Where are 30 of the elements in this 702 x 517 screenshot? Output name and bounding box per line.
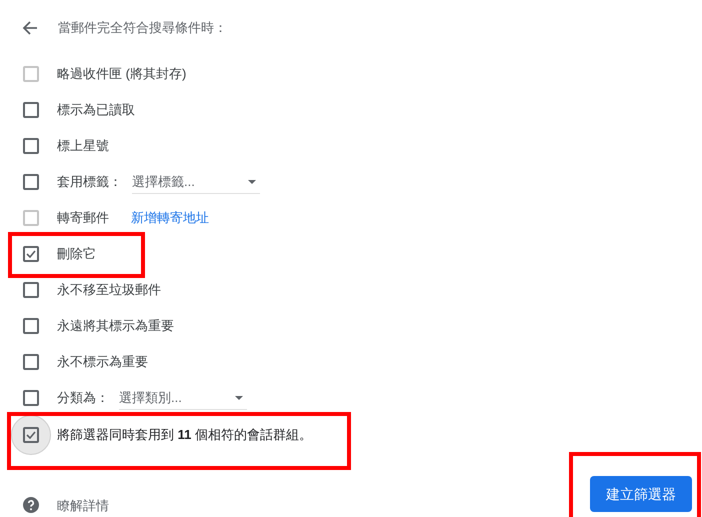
select-dropdown[interactable]: 選擇標籤...: [132, 170, 260, 194]
option-label: 永遠將其標示為重要: [57, 317, 174, 336]
checkbox[interactable]: [23, 318, 39, 334]
option-label: 分類為：: [57, 389, 109, 408]
option-label: 永不標示為重要: [57, 353, 148, 372]
dropdown-caret-icon: [248, 180, 256, 184]
checkbox[interactable]: [23, 102, 39, 118]
option-label: 標示為已讀取: [57, 101, 135, 120]
checkbox-focus-ring[interactable]: [11, 415, 51, 455]
help-icon[interactable]: [23, 497, 39, 514]
option-label: 永不移至垃圾郵件: [57, 281, 161, 300]
option-label: 刪除它: [57, 245, 96, 264]
create-filter-button[interactable]: 建立篩選器: [590, 476, 692, 512]
checkbox[interactable]: [23, 246, 39, 262]
learn-more-link[interactable]: 瞭解詳情: [57, 496, 109, 515]
option-label: 略過收件匣 (將其封存): [57, 65, 186, 84]
checkbox[interactable]: [23, 138, 39, 154]
checkbox[interactable]: [23, 282, 39, 298]
header-title: 當郵件完全符合搜尋條件時：: [58, 19, 227, 38]
check-icon: [26, 250, 36, 258]
back-arrow-icon[interactable]: [22, 20, 38, 36]
dropdown-caret-icon: [235, 396, 243, 400]
option-label: 標上星號: [57, 137, 109, 156]
option-label: 轉寄郵件: [57, 209, 109, 228]
apply-filter-label: 將篩選器同時套用到 11 個相符的會話群組。: [57, 426, 312, 444]
checkbox[interactable]: [23, 174, 39, 190]
checkbox[interactable]: [23, 354, 39, 370]
checkbox[interactable]: [23, 390, 39, 406]
select-dropdown[interactable]: 選擇類別...: [119, 386, 247, 410]
option-label: 套用標籤：: [57, 173, 122, 192]
